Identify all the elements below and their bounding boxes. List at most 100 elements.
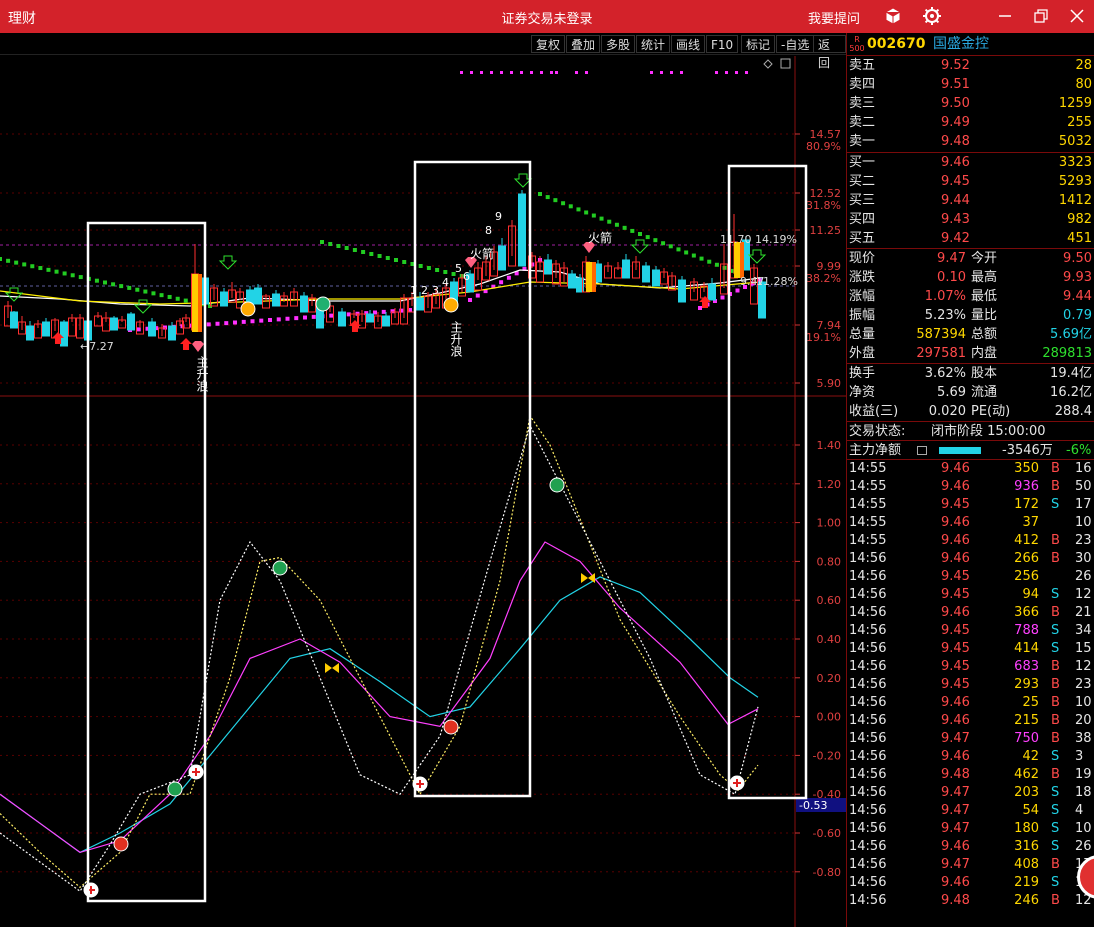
candle-body[interactable] [642, 265, 650, 283]
ask-price[interactable]: 9.52 [941, 56, 970, 75]
trail-dot [143, 289, 148, 294]
bid-row: 买五 9.42 451 [847, 229, 1094, 248]
remove-watchlist-button[interactable]: -自选 [776, 35, 815, 53]
fund-row: 换手 3.62% 股本 19.4亿 [847, 364, 1094, 383]
down-arrow-icon [218, 255, 238, 270]
wave-count-label: 4 [442, 276, 449, 289]
bid-price[interactable]: 9.44 [941, 191, 970, 210]
candle-body[interactable] [168, 325, 176, 341]
menu-icon[interactable] [917, 446, 927, 455]
candle-body[interactable] [127, 313, 135, 331]
tick-count: 10 [1075, 515, 1092, 530]
bid-price[interactable]: 9.46 [941, 153, 970, 172]
back-button[interactable]: 返回 [813, 35, 846, 70]
ask-price[interactable]: 9.51 [941, 75, 970, 94]
candle-body[interactable] [148, 321, 156, 337]
statistics-button[interactable]: 统计 [636, 35, 671, 53]
price-axis-label: 5.90 [817, 377, 842, 390]
minimize-icon[interactable] [994, 5, 1016, 27]
indicator-axis-label: -0.60 [813, 827, 841, 840]
trail-dot [320, 240, 324, 244]
restore-icon[interactable] [1030, 5, 1052, 27]
ask-question-link[interactable]: 我要提问 [808, 8, 860, 27]
candle-body[interactable] [220, 291, 228, 307]
up-arrow-icon [180, 338, 192, 350]
tick-time: 14:56 [849, 569, 887, 584]
trail-dot [377, 254, 382, 258]
tick-row: 14:56 9.46 366 B 21 [847, 604, 1094, 622]
app-name[interactable]: 理财 [8, 8, 36, 28]
kline-chart[interactable]: ←7.2711.70 14.19%9.4711.28%火箭火箭1 2 345689主升… [0, 56, 846, 927]
diamond-icon[interactable] [763, 59, 773, 69]
candle-body[interactable] [416, 297, 424, 311]
candle-body[interactable] [622, 259, 630, 279]
bid-price[interactable]: 9.42 [941, 229, 970, 248]
overlay-button[interactable]: 叠加 [566, 35, 601, 53]
top-dot [540, 71, 543, 74]
candle-body[interactable] [300, 295, 308, 313]
tick-price: 9.47 [941, 857, 970, 872]
trail-dot [250, 319, 255, 324]
candle-body[interactable] [42, 321, 50, 337]
tick-side: B [1051, 659, 1060, 674]
price-axis-pct: 19.1% [806, 331, 841, 344]
candle-body[interactable] [110, 317, 118, 331]
tick-volume: 788 [1014, 623, 1039, 638]
stock-code[interactable]: 002670 [867, 33, 925, 56]
candle-body[interactable] [652, 269, 660, 287]
tick-list[interactable]: 14:55 9.46 350 B 16 14:55 9.46 936 B 50 14:55 9.45 1… [847, 460, 1094, 910]
candle-body[interactable] [254, 287, 262, 305]
bid-price[interactable]: 9.45 [941, 172, 970, 191]
trail-dot [6, 258, 11, 263]
trail-dot [103, 280, 107, 285]
candle-body[interactable] [338, 311, 346, 327]
bid-volume: 3323 [1058, 155, 1092, 170]
candle-body[interactable] [366, 313, 374, 323]
tick-row: 14:56 9.46 25 B 10 [847, 694, 1094, 712]
candle-body[interactable] [678, 279, 686, 303]
quote-value: 289813 [1042, 346, 1092, 361]
tick-volume: 936 [1014, 479, 1039, 494]
tick-price: 9.47 [941, 785, 970, 800]
stock-name[interactable]: 国盛金控 [933, 33, 989, 56]
draw-line-button[interactable]: 画线 [671, 35, 706, 53]
f10-button[interactable]: F10 [706, 35, 739, 53]
indicator-axis-label: 1.40 [817, 439, 842, 452]
tick-count: 21 [1075, 605, 1092, 620]
fuquan-button[interactable]: 复权 [531, 35, 566, 53]
ask-volume: 80 [1075, 77, 1092, 92]
tick-side: B [1051, 551, 1060, 566]
ask-price[interactable]: 9.50 [941, 94, 970, 113]
tick-volume: 462 [1014, 767, 1039, 782]
trail-dot [329, 313, 334, 318]
quote-label: 总额 [971, 327, 998, 342]
multi-stock-button[interactable]: 多股 [601, 35, 636, 53]
candle-body[interactable] [272, 293, 280, 307]
tick-time: 14:56 [849, 875, 887, 890]
candle-body[interactable] [382, 315, 390, 327]
candle-body[interactable] [498, 245, 506, 271]
candle-body[interactable] [26, 325, 34, 341]
candle-body[interactable] [60, 321, 68, 347]
candle-body[interactable] [544, 259, 552, 275]
ask-price[interactable]: 9.49 [941, 113, 970, 132]
cube-icon[interactable] [882, 5, 904, 27]
indicator-magenta-line [0, 541, 759, 854]
fund-value: 16.2亿 [1050, 385, 1092, 400]
trail-dot [135, 287, 140, 292]
gear-icon[interactable] [921, 5, 943, 27]
candle-body[interactable] [518, 193, 526, 267]
ask-row: 卖一 9.48 5032 [847, 132, 1094, 151]
close-icon[interactable] [1066, 5, 1088, 27]
candle-body[interactable] [708, 283, 716, 301]
ask-price[interactable]: 9.48 [941, 132, 970, 151]
bid-price[interactable]: 9.43 [941, 210, 970, 229]
wave-count-label: 3 [432, 284, 439, 297]
bid-level-label: 买一 [849, 155, 876, 170]
mark-button[interactable]: 标记 [741, 35, 776, 53]
panel-toggle-icon[interactable] [780, 58, 791, 69]
candle-body[interactable] [568, 273, 576, 289]
down-arrow-icon [133, 299, 153, 314]
tick-price: 9.46 [941, 533, 970, 548]
candle-body[interactable] [10, 311, 18, 329]
